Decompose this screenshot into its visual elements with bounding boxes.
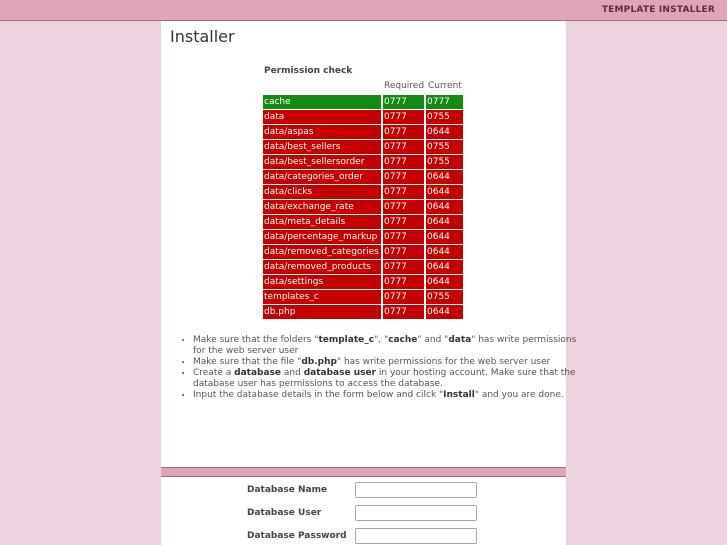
permission-required-cell: 0777: [381, 290, 424, 304]
permission-required-cell: 0777: [381, 110, 424, 124]
required-column-header: Required: [384, 81, 425, 91]
permission-required-cell: 0777: [381, 140, 424, 154]
permission-table: cache 0777 0777 data 0777 0755 data/aspas 0777 0…: [263, 94, 463, 320]
permission-current-cell: 0755: [424, 110, 463, 124]
permission-current-cell: 0777: [424, 95, 463, 109]
permission-current-cell: 0644: [424, 170, 463, 184]
permission-row: data/best_sellersorder 0777 0755: [263, 155, 463, 169]
permission-row: data/best_sellers 0777 0755: [263, 140, 463, 154]
instruction-item: Input the database details in the form b…: [193, 390, 578, 401]
permission-required-cell: 0777: [381, 215, 424, 229]
permission-current-cell: 0644: [424, 305, 463, 319]
permission-row: data/clicks 0777 0644: [263, 185, 463, 199]
permission-current-cell: 0644: [424, 215, 463, 229]
permission-required-cell: 0777: [381, 260, 424, 274]
permission-row: data/exchange_rate 0777 0644: [263, 200, 463, 214]
permission-path-cell: data/percentage_markup: [263, 230, 381, 244]
permission-current-cell: 0644: [424, 230, 463, 244]
permission-path-cell: data/categories_order: [263, 170, 381, 184]
permission-path-cell: data: [263, 110, 381, 124]
permission-row: cache 0777 0777: [263, 95, 463, 109]
section-divider: [161, 467, 566, 477]
permission-path-cell: data/best_sellers: [263, 140, 381, 154]
permission-required-cell: 0777: [381, 200, 424, 214]
permission-required-cell: 0777: [381, 170, 424, 184]
permission-row: data/settings 0777 0644: [263, 275, 463, 289]
db-user-label: Database User: [247, 508, 322, 518]
main-panel: Installer Permission check Required Curr…: [161, 21, 576, 545]
instruction-item: Create a database and database user in y…: [193, 368, 578, 390]
db-name-label: Database Name: [247, 485, 328, 495]
permission-path-cell: cache: [263, 95, 381, 109]
permission-current-cell: 0644: [424, 125, 463, 139]
permission-required-cell: 0777: [381, 95, 424, 109]
permission-required-cell: 0777: [381, 155, 424, 169]
permission-required-cell: 0777: [381, 275, 424, 289]
permission-required-cell: 0777: [381, 125, 424, 139]
db-user-input[interactable]: [355, 505, 477, 521]
db-name-input[interactable]: [355, 482, 477, 498]
permission-required-cell: 0777: [381, 185, 424, 199]
page-title: Installer: [170, 27, 235, 46]
permission-path-cell: data/clicks: [263, 185, 381, 199]
permission-required-cell: 0777: [381, 305, 424, 319]
permission-required-cell: 0777: [381, 245, 424, 259]
permission-current-cell: 0644: [424, 185, 463, 199]
permission-row: data 0777 0755: [263, 110, 463, 124]
permission-path-cell: data/meta_details: [263, 215, 381, 229]
permission-row: db.php 0777 0644: [263, 305, 463, 319]
permission-required-cell: 0777: [381, 230, 424, 244]
permission-path-cell: db.php: [263, 305, 381, 319]
permission-row: data/meta_details 0777 0644: [263, 215, 463, 229]
permission-path-cell: data/settings: [263, 275, 381, 289]
permission-path-cell: data/aspas: [263, 125, 381, 139]
permission-row: data/percentage_markup 0777 0644: [263, 230, 463, 244]
permission-row: templates_c 0777 0755: [263, 290, 463, 304]
permission-current-cell: 0755: [424, 140, 463, 154]
permission-path-cell: data/removed_products: [263, 260, 381, 274]
permission-current-cell: 0644: [424, 245, 463, 259]
instruction-item: Make sure that the folders "template_c",…: [193, 335, 578, 357]
permission-current-cell: 0644: [424, 275, 463, 289]
permission-path-cell: data/best_sellersorder: [263, 155, 381, 169]
db-password-label: Database Password: [247, 531, 347, 541]
instructions-list: Make sure that the folders "template_c",…: [181, 335, 578, 401]
permission-row: data/categories_order 0777 0644: [263, 170, 463, 184]
app-title: TEMPLATE INSTALLER: [601, 5, 715, 15]
db-password-input[interactable]: [355, 528, 477, 544]
permission-path-cell: data/removed_categories: [263, 245, 381, 259]
permission-row: data/removed_products 0777 0644: [263, 260, 463, 274]
permission-row: data/removed_categories 0777 0644: [263, 245, 463, 259]
permission-path-cell: data/exchange_rate: [263, 200, 381, 214]
permission-row: data/aspas 0777 0644: [263, 125, 463, 139]
permission-check-title: Permission check: [264, 66, 353, 76]
permission-current-cell: 0644: [424, 200, 463, 214]
top-bar: TEMPLATE INSTALLER: [0, 0, 727, 21]
permission-current-cell: 0755: [424, 290, 463, 304]
permission-path-cell: templates_c: [263, 290, 381, 304]
permission-current-cell: 0755: [424, 155, 463, 169]
permission-current-cell: 0644: [424, 260, 463, 274]
current-column-header: Current: [428, 81, 462, 91]
instruction-item: Make sure that the file "db.php" has wri…: [193, 357, 578, 368]
